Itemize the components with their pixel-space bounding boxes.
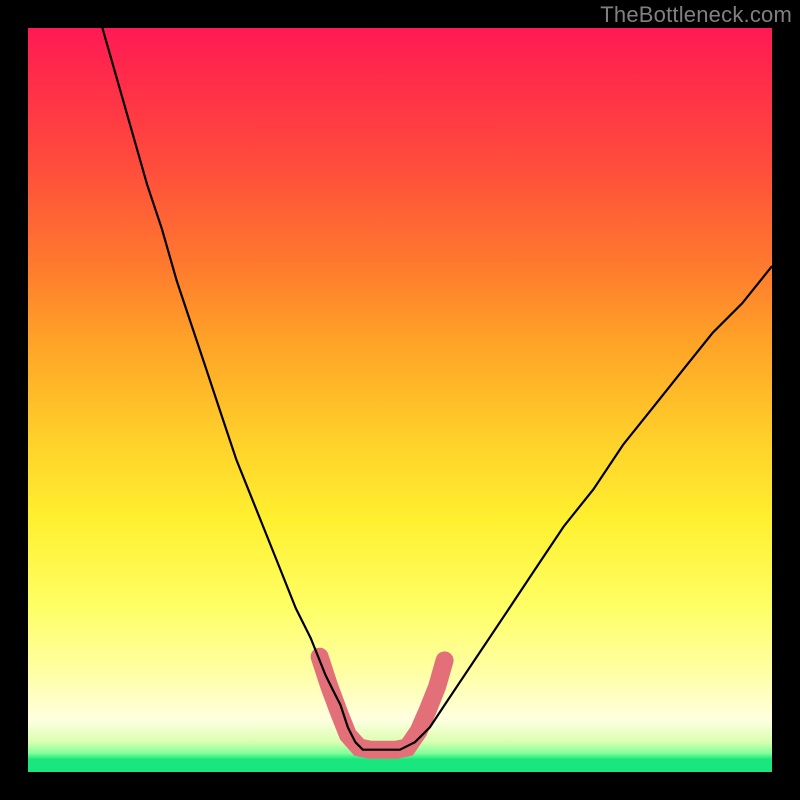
plot-area xyxy=(28,28,772,772)
chart-frame: TheBottleneck.com xyxy=(0,0,800,800)
watermark-text: TheBottleneck.com xyxy=(600,2,792,28)
chart-svg xyxy=(28,28,772,772)
bottleneck-curve xyxy=(102,28,772,750)
highlight-bar xyxy=(320,657,445,750)
